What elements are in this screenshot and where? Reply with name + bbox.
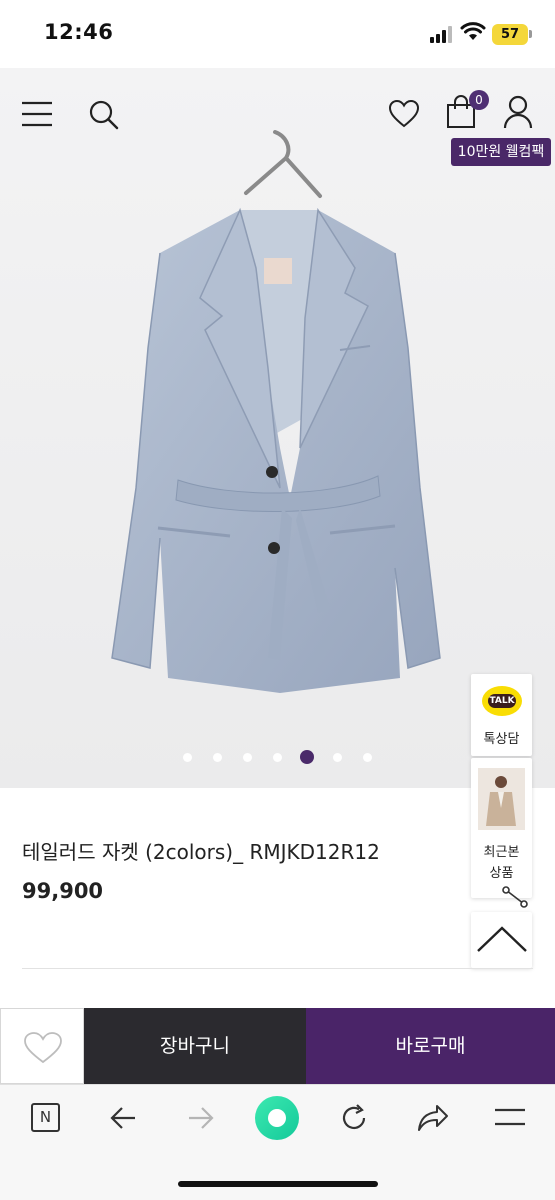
- gallery-dot[interactable]: [213, 753, 222, 762]
- share-icon[interactable]: [502, 886, 528, 908]
- user-icon[interactable]: [503, 95, 533, 129]
- gallery-dot[interactable]: [273, 753, 282, 762]
- wishlist-button[interactable]: [0, 1008, 84, 1084]
- gallery-dot[interactable]: [243, 753, 252, 762]
- purchase-bar: 장바구니 바로구매: [0, 1008, 555, 1084]
- buy-now-button[interactable]: 바로구매: [306, 1008, 555, 1084]
- add-to-cart-button[interactable]: 장바구니: [84, 1008, 306, 1084]
- section-divider: [22, 968, 533, 969]
- kakao-talk-button[interactable]: TALK 톡상담: [471, 674, 532, 756]
- recent-viewed-label: 최근본 상품: [471, 842, 532, 884]
- kakao-talk-icon: TALK: [482, 686, 522, 716]
- cart-count-badge: 0: [469, 90, 489, 110]
- battery-indicator: 57: [492, 24, 528, 45]
- naver-home-button[interactable]: N: [31, 1103, 60, 1132]
- signal-icon: [430, 25, 456, 43]
- recent-viewed-button[interactable]: 최근본 상품: [471, 758, 532, 898]
- chevron-up-icon: [477, 926, 527, 952]
- gallery-dot-active[interactable]: [300, 750, 314, 764]
- gallery-dot[interactable]: [183, 753, 192, 762]
- back-arrow-icon[interactable]: [108, 1103, 138, 1133]
- search-icon[interactable]: [88, 99, 120, 131]
- product-price: 99,900: [22, 879, 104, 903]
- share-arrow-icon[interactable]: [417, 1103, 449, 1133]
- hamburger-icon[interactable]: [21, 101, 53, 127]
- heart-icon[interactable]: [388, 99, 420, 129]
- home-indicator: [178, 1181, 378, 1187]
- green-dot-button[interactable]: [255, 1096, 299, 1140]
- recent-product-image: [478, 768, 525, 830]
- wifi-icon: [460, 22, 486, 40]
- welcome-pack-badge[interactable]: 10만원 웰컴팩: [451, 138, 551, 166]
- status-bar: 12:46 57: [0, 0, 555, 68]
- recent-label-line1: 최근본: [483, 845, 520, 860]
- recent-label-line2: 상품: [489, 866, 514, 881]
- talk-badge-text: TALK: [488, 694, 516, 708]
- battery-tip: [529, 30, 532, 38]
- scroll-top-button[interactable]: [471, 912, 532, 968]
- recent-product-thumbnail: [478, 768, 525, 830]
- heart-outline-icon: [24, 1032, 62, 1064]
- menu-icon[interactable]: [494, 1106, 526, 1130]
- gallery-dot[interactable]: [363, 753, 372, 762]
- status-time: 12:46: [44, 20, 114, 44]
- talk-label: 톡상담: [483, 732, 520, 747]
- forward-arrow-icon[interactable]: [186, 1103, 216, 1133]
- gallery-dot[interactable]: [333, 753, 342, 762]
- refresh-icon[interactable]: [339, 1103, 369, 1133]
- product-name: 테일러드 자켓 (2colors)_ RMJKD12R12: [22, 840, 380, 864]
